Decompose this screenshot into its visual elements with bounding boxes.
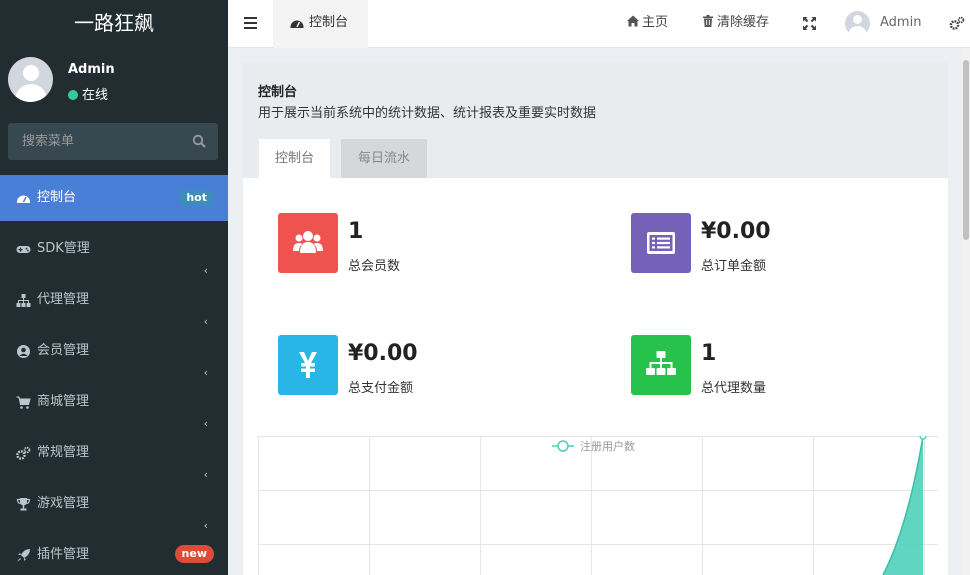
list-alt-icon (647, 232, 675, 254)
tab-label: 控制台 (309, 15, 349, 30)
stat-label: 总订单金额 (701, 259, 767, 274)
stat-label: 总代理数量 (701, 381, 767, 396)
tab-daily-flow[interactable]: 每日流水 (341, 139, 427, 178)
sidebar-menu: 控制台 hot SDK管理 ‹ 代理管理 ‹ 会员管理 ‹ 商城管理 ‹ 常规管… (0, 175, 228, 575)
admin-menu[interactable]: Admin (880, 0, 921, 48)
user-status-text: 在线 (82, 88, 109, 103)
main-content: 控制台 用于展示当前系统中的统计数据、统计报表及重要实时数据 控制台 每日流水 … (243, 63, 948, 575)
search-input[interactable] (8, 123, 188, 160)
stat-total-members: 1 总会员数 (278, 213, 578, 274)
user-circle-icon (17, 345, 30, 358)
series-area-registered-users (883, 436, 923, 575)
avatar (8, 57, 53, 102)
stat-icon-box (278, 335, 338, 395)
stat-total-agents: 1 总代理数量 (631, 335, 931, 396)
page-description: 用于展示当前系统中的统计数据、统计报表及重要实时数据 (258, 106, 597, 121)
stat-label: 总会员数 (348, 259, 401, 274)
stat-total-order-amount: ¥0.00 总订单金额 (631, 213, 931, 274)
stat-icon-box (631, 213, 691, 273)
sidebar-item-label: 商城管理 (37, 394, 90, 409)
sidebar-item-general[interactable]: 常规管理 ‹ (0, 430, 228, 481)
sidebar-item-agent[interactable]: 代理管理 ‹ (0, 277, 228, 328)
data-point[interactable] (919, 436, 927, 440)
legend-label: 注册用户数 (580, 439, 635, 453)
fullscreen-icon[interactable] (803, 17, 816, 30)
sidebar-item-games[interactable]: 游戏管理 ‹ (0, 481, 228, 532)
sidebar-item-label: 游戏管理 (37, 496, 90, 511)
search-icon[interactable] (192, 134, 206, 148)
dashboard-icon (290, 20, 304, 28)
stat-total-payment-amount: ¥0.00 总支付金额 (278, 335, 578, 396)
header-avatar[interactable] (845, 11, 870, 36)
tab-dashboard[interactable]: 控制台 (259, 139, 330, 178)
sidebar: 一路狂飙 Admin 在线 控制台 hot SDK管理 ‹ 代理管理 ‹ 会员管… (0, 0, 228, 575)
sidebar-item-label: 控制台 (37, 190, 77, 205)
sitemap-icon (16, 294, 31, 307)
chart-grid (258, 436, 938, 575)
clear-cache-button[interactable]: 清除缓存 (702, 0, 769, 48)
home-icon (627, 15, 639, 27)
stat-value: ¥0.00 (701, 219, 771, 244)
legend-swatch-marker (557, 440, 569, 452)
scrollbar-thumb[interactable] (963, 60, 969, 240)
stat-label: 总支付金额 (348, 381, 414, 396)
user-status: 在线 (68, 84, 108, 103)
stat-value: ¥0.00 (348, 341, 418, 366)
dashboard-panel: 1 总会员数 ¥0.00 总订单金额 ¥0.00 总支付金额 1 总代理数量 注… (243, 178, 948, 575)
sidebar-item-members[interactable]: 会员管理 ‹ (0, 328, 228, 379)
sitemap-icon (646, 351, 676, 375)
settings-cogs-icon[interactable] (949, 16, 965, 31)
registered-users-chart: 注册用户数 (258, 436, 938, 575)
admin-label: Admin (880, 15, 922, 30)
sidebar-item-label: SDK管理 (37, 241, 90, 256)
hot-badge: hot (179, 190, 214, 206)
menu-search (8, 123, 218, 160)
tab-console[interactable]: 控制台 (273, 0, 368, 48)
sidebar-item-label: 会员管理 (37, 343, 90, 358)
stat-icon-box (278, 213, 338, 273)
online-dot-icon (68, 90, 78, 100)
stat-value: 1 (701, 341, 717, 366)
home-label: 主页 (642, 15, 669, 30)
stat-value: 1 (348, 219, 364, 244)
chart-legend[interactable]: 注册用户数 (552, 439, 635, 453)
sidebar-item-sdk[interactable]: SDK管理 ‹ (0, 226, 228, 277)
brand-logo[interactable]: 一路狂飙 (0, 0, 228, 48)
cart-icon (16, 396, 31, 409)
page-header: 控制台 用于展示当前系统中的统计数据、统计报表及重要实时数据 控制台 每日流水 (243, 63, 948, 178)
user-name: Admin (68, 62, 115, 77)
top-header: 控制台 主页 清除缓存 Admin (228, 0, 970, 48)
rocket-icon (17, 549, 30, 562)
users-icon (293, 231, 323, 253)
stat-icon-box (631, 335, 691, 395)
sidebar-item-mall[interactable]: 商城管理 ‹ (0, 379, 228, 430)
gamepad-icon (16, 246, 31, 253)
page-scrollbar[interactable] (962, 48, 970, 575)
menu-toggle-icon[interactable] (244, 17, 257, 29)
sidebar-item-label: 代理管理 (37, 292, 90, 307)
user-panel: Admin 在线 (0, 48, 228, 112)
trophy-icon (16, 498, 31, 511)
home-link[interactable]: 主页 (627, 0, 668, 48)
page-title: 控制台 (258, 85, 298, 100)
sidebar-item-plugins[interactable]: 插件管理 new (0, 532, 228, 575)
new-badge: new (174, 545, 214, 563)
sidebar-item-dashboard[interactable]: 控制台 hot (0, 175, 228, 221)
dashboard-icon (17, 195, 30, 203)
trash-icon (703, 15, 713, 27)
yen-icon (299, 352, 317, 378)
sidebar-item-label: 常规管理 (37, 445, 90, 460)
clear-cache-label: 清除缓存 (717, 15, 770, 30)
sidebar-item-label: 插件管理 (37, 547, 90, 562)
cogs-icon (16, 446, 31, 460)
